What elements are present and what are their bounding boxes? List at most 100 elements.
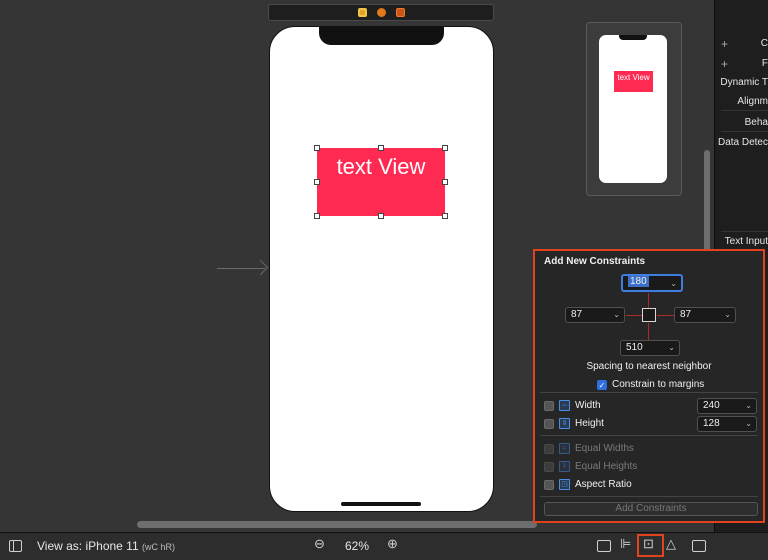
canvas-horizontal-scrollbar[interactable] [137, 521, 537, 528]
resize-handle-tr[interactable] [442, 145, 448, 151]
height-checkbox[interactable] [544, 418, 554, 429]
bottom-constraint-strut[interactable] [648, 323, 649, 340]
add-variation-icon[interactable]: + [721, 37, 728, 51]
inspector-divider [721, 110, 768, 111]
initial-view-controller-arrow [217, 268, 265, 269]
resize-handle-t[interactable] [378, 145, 384, 151]
scene-dock [268, 4, 494, 21]
chevron-down-icon[interactable]: ⌄ [745, 417, 752, 431]
iphone-scene[interactable]: text View [269, 26, 494, 512]
add-variation-icon[interactable]: + [721, 57, 728, 71]
equal-widths-label: Equal Widths [575, 443, 634, 454]
exit-icon[interactable] [395, 8, 405, 17]
inspector-row: Data Detec [717, 137, 768, 148]
minimap-device: text View [599, 35, 667, 183]
inspector-row: C [760, 38, 768, 49]
constrain-to-margins-checkbox[interactable]: ✓ [597, 379, 607, 390]
chevron-down-icon[interactable]: ⌄ [668, 341, 675, 355]
equal-heights-row: ‖ Equal Heights [544, 461, 637, 472]
right-constraint-strut[interactable] [657, 315, 674, 316]
top-spacing-value: 180 [628, 276, 649, 287]
constrain-to-margins-label: Constrain to margins [612, 379, 705, 390]
chevron-down-icon[interactable]: ⌄ [613, 308, 620, 322]
zoom-out-icon[interactable]: ⊖ [314, 536, 325, 552]
bottom-spacing-field[interactable]: 510 ⌄ [620, 340, 680, 356]
equal-heights-label: Equal Heights [575, 461, 638, 472]
width-row[interactable]: ⇔ Width [544, 400, 601, 411]
canvas-minimap[interactable]: text View [586, 22, 682, 196]
chevron-down-icon[interactable]: ⌄ [670, 278, 677, 290]
equal-widths-checkbox [544, 443, 554, 454]
chevron-down-icon[interactable]: ⌄ [745, 399, 752, 413]
popover-divider [540, 496, 758, 497]
first-responder-icon[interactable] [376, 8, 386, 17]
height-value-field[interactable]: 128 ⌄ [697, 416, 757, 432]
aspect-ratio-checkbox[interactable] [544, 479, 554, 490]
size-class-traits: (wC hR) [141, 542, 175, 552]
minimap-notch [619, 35, 647, 40]
left-spacing-field[interactable]: 87 ⌄ [565, 307, 625, 323]
text-view[interactable]: text View [317, 148, 445, 216]
width-value-field[interactable]: 240 ⌄ [697, 398, 757, 414]
canvas-bottom-bar: View as: iPhone 11 (wC hR) ⊖ 62% ⊕ ⊫ ⊡ △ [0, 532, 768, 560]
zoom-in-icon[interactable]: ⊕ [387, 536, 398, 552]
canvas-vertical-scrollbar[interactable] [704, 150, 710, 262]
left-spacing-value: 87 [571, 309, 583, 320]
inspector-divider [721, 231, 768, 232]
aspect-ratio-icon: ◳ [559, 479, 570, 490]
right-spacing-value: 87 [680, 309, 692, 320]
resolve-auto-layout-issues-icon[interactable]: △ [666, 536, 676, 552]
update-frames-icon[interactable] [692, 540, 706, 552]
inspector-row: F [761, 58, 768, 69]
embed-in-icon[interactable] [597, 540, 611, 552]
document-outline-toggle-icon[interactable] [9, 540, 22, 552]
width-value: 240 [703, 400, 720, 411]
resize-handle-l[interactable] [314, 179, 320, 185]
resize-handle-b[interactable] [378, 213, 384, 219]
view-controller-icon[interactable] [357, 8, 367, 17]
bottom-spacing-value: 510 [626, 342, 643, 353]
constrain-to-margins-row[interactable]: ✓ Constrain to margins [597, 379, 704, 390]
resize-handle-bl[interactable] [314, 213, 320, 219]
top-constraint-strut[interactable] [648, 293, 649, 308]
equal-heights-checkbox [544, 461, 554, 472]
height-row[interactable]: ⇕ Height [544, 418, 604, 429]
home-indicator [341, 502, 421, 506]
device-notch [319, 27, 444, 45]
add-new-constraints-popover: Add New Constraints 180 ⌄ 87 ⌄ 87 ⌄ 510 … [533, 249, 765, 523]
width-icon: ⇔ [559, 400, 570, 411]
height-label: Height [575, 418, 604, 429]
constraint-center-square [642, 308, 656, 322]
add-new-constraints-icon[interactable]: ⊡ [643, 536, 654, 552]
popover-title: Add New Constraints [544, 256, 646, 267]
resize-handle-br[interactable] [442, 213, 448, 219]
equal-widths-row: = Equal Widths [544, 443, 634, 454]
view-as-device[interactable]: View as: iPhone 11 (wC hR) [37, 539, 175, 553]
right-spacing-field[interactable]: 87 ⌄ [674, 307, 736, 323]
aspect-ratio-row[interactable]: ◳ Aspect Ratio [544, 479, 632, 490]
add-constraints-button[interactable]: Add Constraints [544, 502, 758, 516]
popover-divider [540, 435, 758, 436]
align-icon[interactable]: ⊫ [620, 536, 631, 552]
resize-handle-r[interactable] [442, 179, 448, 185]
top-spacing-field[interactable]: 180 ⌄ [621, 274, 683, 292]
inspector-row: Alignm [737, 96, 768, 107]
popover-divider [540, 392, 758, 393]
inspector-divider [721, 131, 768, 132]
inspector-row: Dynamic T [720, 77, 768, 88]
equal-widths-icon: = [559, 443, 570, 454]
left-constraint-strut[interactable] [626, 315, 642, 316]
resize-handle-tl[interactable] [314, 145, 320, 151]
spacing-label: Spacing to nearest neighbor [586, 361, 712, 372]
inspector-row: Beha [744, 117, 768, 128]
width-checkbox[interactable] [544, 400, 554, 411]
chevron-down-icon[interactable]: ⌄ [724, 308, 731, 322]
minimap-text-view: text View [614, 71, 653, 92]
height-icon: ⇕ [559, 418, 570, 429]
zoom-level: 62% [345, 539, 370, 553]
height-value: 128 [703, 418, 720, 429]
equal-heights-icon: ‖ [559, 461, 570, 472]
width-label: Width [575, 400, 601, 411]
aspect-ratio-label: Aspect Ratio [575, 479, 632, 490]
view-as-label: View as: iPhone 11 [37, 539, 139, 553]
